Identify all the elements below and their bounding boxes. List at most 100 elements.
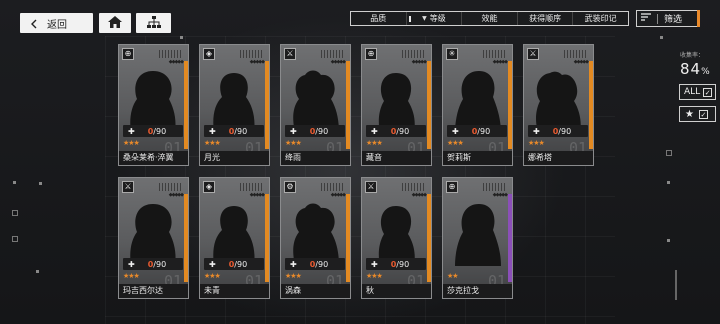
rarity-stripe (427, 194, 431, 282)
shard-icon: ✚ (209, 126, 216, 136)
shard-counter: ✚ 0/90 (528, 125, 588, 137)
rarity-stars: ★★★ (528, 139, 545, 147)
favorite-toggle[interactable]: ★ ✓ (679, 106, 716, 122)
deco-dot (13, 181, 16, 184)
shard-max: /90 (153, 259, 167, 269)
shard-max: /90 (396, 126, 410, 136)
shard-counter: ✚ 0/90 (123, 258, 183, 270)
shard-icon: ✚ (452, 126, 459, 136)
sort-efficiency[interactable]: 效能 (461, 12, 517, 25)
sword-icon: ⚔ (122, 181, 134, 193)
barcode-deco (564, 50, 588, 58)
character-name: 月光 (200, 151, 269, 165)
sword-icon: ⚔ (527, 48, 539, 60)
sort-armament-mark[interactable]: 武装印记 (572, 12, 628, 25)
barcode-deco (240, 183, 264, 191)
sort-level[interactable]: ▼ 等级 (405, 12, 462, 25)
shard-icon: ✚ (290, 126, 297, 136)
home-button[interactable] (99, 13, 131, 33)
show-all-toggle[interactable]: ALL ✓ (679, 84, 716, 100)
rarity-stars: ★★★ (123, 272, 140, 280)
shard-icon: ✚ (128, 259, 135, 269)
star-burst-icon: ✳ (446, 48, 458, 60)
shard-max: /90 (558, 126, 572, 136)
filter-label: 筛选 (664, 15, 683, 25)
deco-dot (180, 36, 183, 39)
barcode-deco (402, 50, 426, 58)
shard-counter: ✚ 0/90 (123, 125, 183, 137)
barcode-deco (402, 183, 426, 191)
deco-mark (12, 210, 18, 216)
deco-dot (660, 36, 663, 39)
character-card[interactable]: ✳ ◆◆◆◆◆ ✚ 0/90 ★★★ 01 贺莉斯 (442, 44, 513, 166)
show-all-label: ALL (684, 87, 701, 97)
shard-icon: ✚ (533, 126, 540, 136)
crosshair-icon: ⊕ (122, 48, 134, 60)
sort-desc-icon: ▼ (422, 15, 427, 22)
shard-counter: ✚ 0/90 (285, 258, 345, 270)
character-card[interactable]: ⚔ ◆◆◆◆◆ ✚ 0/90 ★★★ 01 玛吉西尔达 (118, 177, 189, 299)
shard-max: /90 (234, 126, 248, 136)
shard-counter: ✚ 0/90 (366, 125, 426, 137)
gear-icon: ⚙ (284, 181, 296, 193)
character-card[interactable]: ⊕ ◆◆◆◆◆ ✚ 0/90 ★★★ 01 藏音 (361, 44, 432, 166)
shard-icon: ✚ (371, 126, 378, 136)
character-card[interactable]: ⊕ ◆◆◆◆◆ ✚ 0/90 ★★★ 01 桑朵莱希·淬翼 (118, 44, 189, 166)
scrollbar[interactable] (675, 270, 677, 300)
filter-list-icon (641, 13, 651, 24)
rarity-stars: ★★★ (366, 272, 383, 280)
character-name: 藏音 (362, 151, 431, 165)
shard-counter: ✚ 0/90 (285, 125, 345, 137)
check-icon: ✓ (703, 87, 713, 97)
deco-dot (667, 181, 670, 184)
shard-counter: ✚ 0/90 (447, 125, 507, 137)
hierarchy-button[interactable] (136, 13, 171, 33)
shard-max: /90 (315, 126, 329, 136)
sort-acquired-order[interactable]: 获得顺序 (516, 12, 573, 25)
shard-max: /90 (396, 259, 410, 269)
rarity-stars: ★★★ (285, 272, 302, 280)
character-card[interactable]: ⚔ ◆◆◆◆◆ ✚ 0/90 ★★★ 01 秋 (361, 177, 432, 299)
rarity-stars: ★★★ (285, 139, 302, 147)
rarity-stripe (265, 61, 269, 149)
character-silhouette (455, 204, 501, 266)
character-card[interactable]: ◈ ◆◆◆◆◆ ✚ 0/90 ★★★ 01 月光 (199, 44, 270, 166)
character-card[interactable]: ⚔ ◆◆◆◆◆ ✚ 0/90 ★★★ 01 娜希塔 (523, 44, 594, 166)
sort-bar: 品质 ▼ 等级 效能 获得顺序 武装印记 (350, 11, 629, 26)
shard-max: /90 (315, 259, 329, 269)
character-name: 莎克拉戈 (443, 284, 512, 298)
hierarchy-icon (146, 14, 162, 33)
shield-icon: ◈ (203, 48, 215, 60)
shard-icon: ✚ (209, 259, 216, 269)
barcode-deco (159, 50, 183, 58)
shard-icon: ✚ (371, 259, 378, 269)
rarity-stripe (265, 194, 269, 282)
collection-rate-value: 84% (680, 60, 711, 78)
character-name: 娜希塔 (524, 151, 593, 165)
collection-rate-label: 收集率： (680, 52, 705, 59)
rarity-stripe (184, 61, 188, 149)
chevron-left-icon (30, 14, 37, 33)
character-name: 玛吉西尔达 (119, 284, 188, 298)
character-name: 未青 (200, 284, 269, 298)
rarity-stripe (346, 194, 350, 282)
sort-quality[interactable]: 品质 (351, 12, 406, 25)
character-card[interactable]: ⊕ ◆◆◆◆◆ ★★ 01 莎克拉戈 (442, 177, 513, 299)
deco-dot (667, 239, 670, 242)
character-card[interactable]: ◈ ◆◆◆◆◆ ✚ 0/90 ★★★ 01 未青 (199, 177, 270, 299)
star-icon: ★ (685, 108, 694, 120)
character-card[interactable]: ⚔ ◆◆◆◆◆ ✚ 0/90 ★★★ 01 绛雨 (280, 44, 351, 166)
rarity-stars: ★★★ (123, 139, 140, 147)
character-card[interactable]: ⚙ ◆◆◆◆◆ ✚ 0/90 ★★★ 01 涡森 (280, 177, 351, 299)
character-name: 秋 (362, 284, 431, 298)
barcode-deco (240, 50, 264, 58)
filter-button[interactable]: 筛选 (636, 10, 700, 27)
character-name: 绛雨 (281, 151, 350, 165)
barcode-deco (321, 50, 345, 58)
shard-max: /90 (153, 126, 167, 136)
back-button[interactable]: 返回 (20, 13, 93, 33)
rarity-stars: ★★★ (447, 139, 464, 147)
crosshair-icon: ⊕ (446, 181, 458, 193)
back-label: 返回 (47, 19, 67, 31)
rarity-stripe (184, 194, 188, 282)
